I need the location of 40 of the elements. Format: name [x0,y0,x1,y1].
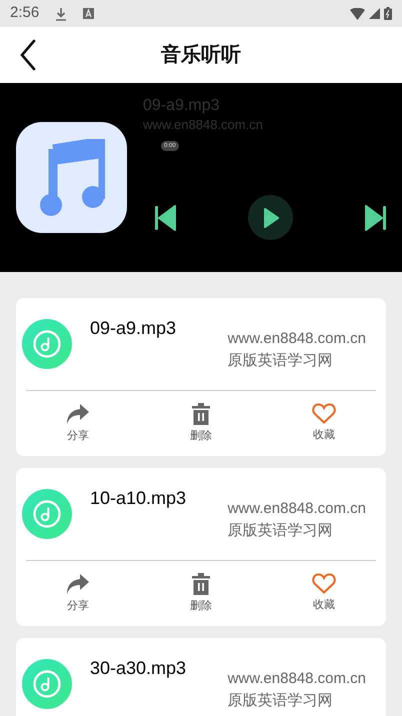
previous-button[interactable] [155,204,177,230]
heart-icon [312,403,336,424]
download-icon [55,6,68,20]
share-icon [66,572,90,595]
next-button[interactable] [364,204,386,230]
track-site: www.en8848.com.cn [228,669,366,689]
track-source: 原版英语学习网 [228,521,334,541]
track-name: 30-a30.mp3 [90,657,186,679]
heart-icon [312,573,336,594]
battery-icon [384,7,392,20]
play-button[interactable] [248,195,293,240]
share-icon [66,402,90,425]
delete-button[interactable]: 删除 [190,572,212,614]
clock: 2:56 [10,3,40,24]
signal-icon [369,8,380,19]
previous-icon [155,204,177,230]
track-source: 原版英语学习网 [228,691,334,711]
music-disc-icon [32,499,62,529]
track-source: 原版英语学习网 [228,351,334,371]
music-disc-icon [32,329,62,359]
track-name: 10-a10.mp3 [90,487,186,509]
page-title: 音乐听听 [161,42,241,68]
next-icon [364,204,386,230]
music-note-icon [38,139,104,216]
track-site: www.en8848.com.cn [228,329,366,349]
favorite-button[interactable]: 收藏 [312,403,336,444]
trash-icon [192,402,210,425]
track-site: www.en8848.com.cn [228,499,366,519]
play-icon [262,206,278,228]
wifi-icon [350,8,365,20]
delete-button[interactable]: 删除 [190,402,212,444]
music-disc-icon [32,669,62,699]
trash-icon [192,572,210,595]
notification-icon [83,8,94,19]
track-name: 09-a9.mp3 [90,317,176,339]
share-button[interactable]: 分享 [66,572,90,614]
share-button[interactable]: 分享 [66,402,90,444]
favorite-button[interactable]: 收藏 [312,573,336,614]
back-icon [20,39,36,71]
back-button[interactable] [20,39,36,71]
